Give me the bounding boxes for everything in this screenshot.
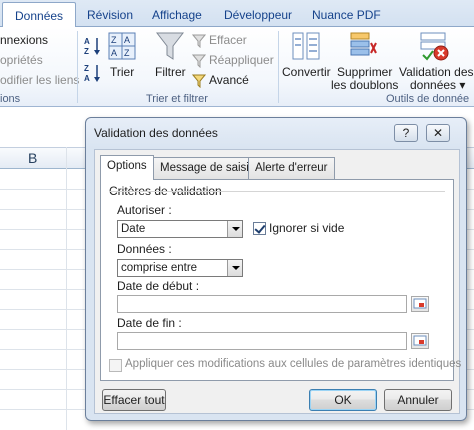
- svg-text:A: A: [111, 48, 117, 58]
- effacer-tout-button[interactable]: Effacer tout: [102, 389, 166, 411]
- appliquer-checkbox[interactable]: [109, 359, 122, 372]
- text-to-columns-icon[interactable]: [291, 31, 321, 64]
- outils-donnees-group-label: Outils de donnée: [386, 93, 470, 105]
- tab-developpeur[interactable]: Développeur: [224, 8, 292, 27]
- tab-affichage[interactable]: Affichage: [152, 8, 202, 27]
- convertir-button[interactable]: Convertir: [282, 65, 331, 79]
- ribbon-tab-bar: Données Révision Affichage Développeur N…: [0, 0, 474, 28]
- svg-text:Z: Z: [124, 48, 130, 58]
- date-debut-range-picker[interactable]: [411, 296, 429, 312]
- donnees-label: Données :: [117, 242, 172, 256]
- chevron-down-icon[interactable]: [227, 221, 242, 237]
- date-fin-range-picker[interactable]: [411, 333, 429, 349]
- tab-revision[interactable]: Révision: [87, 8, 133, 27]
- donnees-select[interactable]: comprise entre: [117, 259, 243, 277]
- donnees-value: comprise entre: [121, 262, 198, 274]
- filter-funnel-icon[interactable]: [155, 31, 185, 66]
- dialog-title: Validation des données: [94, 126, 218, 140]
- range-picker-icon: [413, 335, 427, 346]
- svg-text:A: A: [124, 35, 130, 45]
- proprietes-button[interactable]: opriétés: [0, 53, 43, 67]
- group-separator: [278, 31, 279, 103]
- chevron-down-icon[interactable]: [227, 260, 242, 276]
- group-separator: [77, 31, 78, 103]
- reapply-filter-icon: [191, 54, 207, 71]
- trier-filtrer-group-label: Trier et filtrer: [146, 93, 208, 105]
- date-fin-label: Date de fin :: [117, 316, 182, 330]
- tab-options[interactable]: Options: [100, 155, 154, 180]
- close-button[interactable]: ✕: [426, 124, 450, 142]
- validation-donnees-label-1[interactable]: Validation des: [399, 65, 474, 79]
- sort-dialog-icon[interactable]: ZAAZ: [108, 32, 136, 63]
- connexions-button[interactable]: nnexions: [0, 33, 48, 47]
- data-validation-icon[interactable]: [419, 31, 449, 64]
- validation-dialog: Validation des données ? ✕ Options Messa…: [85, 117, 467, 421]
- filtrer-button-label[interactable]: Filtrer: [155, 65, 186, 79]
- tab-nuance-pdf[interactable]: Nuance PDF: [312, 8, 381, 27]
- appliquer-label[interactable]: Appliquer ces modifications aux cellules…: [125, 358, 461, 370]
- help-button[interactable]: ?: [394, 124, 418, 142]
- sort-az-icon[interactable]: AZ: [83, 35, 103, 60]
- advanced-filter-icon: [191, 74, 207, 91]
- validation-donnees-label-2[interactable]: données ▾: [410, 78, 465, 92]
- supprimer-doublons-label-1[interactable]: Supprimer: [337, 65, 392, 79]
- supprimer-doublons-label-2[interactable]: les doublons: [331, 78, 398, 92]
- options-tab-panel: Critères de validation Autoriser : Date …: [100, 179, 461, 381]
- trier-button-label[interactable]: Trier: [110, 65, 134, 79]
- ignorer-vide-checkbox[interactable]: [253, 222, 266, 235]
- range-picker-icon: [413, 298, 427, 309]
- ok-button[interactable]: OK: [309, 389, 377, 411]
- reappliquer-button[interactable]: Réappliquer: [209, 53, 274, 67]
- connexions-group-label: ions: [0, 93, 21, 105]
- autoriser-value: Date: [121, 223, 146, 235]
- svg-text:A: A: [84, 37, 90, 46]
- svg-text:A: A: [84, 74, 90, 83]
- remove-duplicates-icon[interactable]: [347, 31, 377, 64]
- tab-message-saisie[interactable]: Message de saisie: [153, 157, 263, 179]
- date-debut-label: Date de début :: [117, 279, 200, 293]
- svg-text:Z: Z: [84, 47, 89, 56]
- ribbon-panel: nnexions opriétés odifier les liens ions…: [0, 27, 474, 107]
- modifier-liens-button[interactable]: odifier les liens: [0, 73, 79, 87]
- autoriser-select[interactable]: Date: [117, 220, 243, 238]
- annuler-button[interactable]: Annuler: [384, 389, 452, 411]
- date-debut-input[interactable]: [117, 295, 407, 313]
- tab-donnees[interactable]: Données: [2, 2, 77, 28]
- autoriser-label: Autoriser :: [117, 203, 172, 217]
- avance-button[interactable]: Avancé: [209, 73, 249, 87]
- tab-alerte-erreur[interactable]: Alerte d'erreur: [248, 157, 335, 179]
- sort-za-icon[interactable]: ZA: [83, 62, 103, 87]
- svg-text:Z: Z: [84, 64, 89, 73]
- date-fin-input[interactable]: [117, 332, 407, 350]
- svg-text:Z: Z: [111, 35, 117, 45]
- effacer-button[interactable]: Effacer: [209, 33, 247, 47]
- ignorer-vide-label[interactable]: Ignorer si vide: [269, 221, 344, 235]
- clear-filter-icon: [191, 34, 207, 51]
- column-header-b[interactable]: B: [28, 150, 37, 166]
